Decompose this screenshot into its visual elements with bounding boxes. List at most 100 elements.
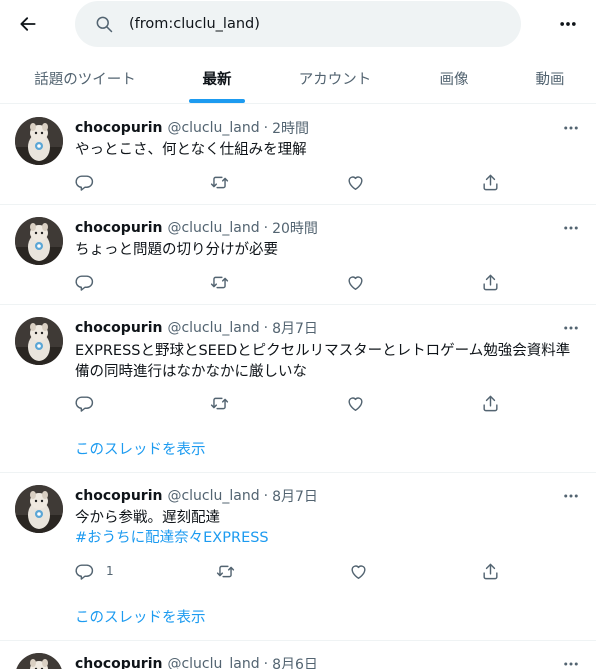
retweet-button[interactable] bbox=[209, 172, 229, 192]
separator: · bbox=[263, 120, 269, 136]
user-name[interactable]: chocopurin bbox=[75, 488, 162, 504]
search-input[interactable] bbox=[129, 13, 499, 35]
share-button[interactable] bbox=[480, 393, 500, 413]
reply-icon bbox=[75, 394, 94, 413]
retweet-icon bbox=[216, 562, 235, 581]
tab-videos[interactable]: 動画 bbox=[520, 53, 580, 103]
tweet-text: EXPRESSと野球とSEEDとピクセルリマスターとレトロゲーム勉強会資料準備の… bbox=[75, 343, 571, 380]
tweet[interactable]: chocopurin @cluclu_land · 2時間 やっとこさ、何となく… bbox=[0, 105, 596, 205]
tweet[interactable]: chocopurin @cluclu_land · 8月7日 今から参戦。遅刻配… bbox=[0, 473, 596, 641]
reply-icon bbox=[75, 173, 94, 192]
search-box[interactable] bbox=[75, 1, 521, 47]
like-icon bbox=[346, 273, 365, 292]
tweet-text: 今から参戦。遅刻配達 bbox=[75, 510, 220, 526]
active-tab-indicator bbox=[189, 99, 245, 103]
like-icon bbox=[346, 173, 365, 192]
tweet-more-button[interactable] bbox=[560, 120, 582, 136]
timestamp[interactable]: 2時間 bbox=[272, 118, 309, 138]
like-icon bbox=[346, 394, 365, 413]
like-button[interactable] bbox=[345, 393, 365, 413]
retweet-icon bbox=[210, 173, 229, 192]
share-icon bbox=[481, 394, 500, 413]
avatar[interactable] bbox=[15, 217, 63, 265]
back-arrow-icon bbox=[18, 14, 38, 34]
like-button[interactable] bbox=[345, 272, 365, 292]
tab-images[interactable]: 画像 bbox=[425, 53, 483, 103]
user-name[interactable]: chocopurin bbox=[75, 320, 162, 336]
more-icon bbox=[558, 14, 578, 34]
more-icon bbox=[562, 655, 580, 669]
avatar[interactable] bbox=[15, 653, 63, 669]
tweet[interactable]: chocopurin @cluclu_land · 8月6日 bbox=[0, 641, 596, 669]
like-button[interactable] bbox=[348, 561, 368, 581]
timestamp[interactable]: 8月6日 bbox=[272, 654, 318, 669]
retweet-button[interactable] bbox=[215, 561, 235, 581]
reply-button[interactable] bbox=[74, 393, 94, 413]
share-icon bbox=[481, 173, 500, 192]
retweet-button[interactable] bbox=[209, 272, 229, 292]
user-name[interactable]: chocopurin bbox=[75, 120, 162, 136]
tweet-header: chocopurin @cluclu_land · 2時間 bbox=[75, 118, 309, 138]
like-button[interactable] bbox=[345, 172, 365, 192]
share-button[interactable] bbox=[480, 561, 500, 581]
show-thread-link[interactable]: このスレッドを表示 bbox=[75, 606, 206, 627]
top-bar bbox=[0, 0, 596, 50]
tweet-header: chocopurin @cluclu_land · 8月6日 bbox=[75, 654, 318, 669]
reply-count: 1 bbox=[106, 564, 114, 578]
tweet-more-button[interactable] bbox=[560, 488, 582, 504]
separator: · bbox=[263, 488, 269, 504]
show-thread-link[interactable]: このスレッドを表示 bbox=[75, 438, 206, 459]
tweet-header: chocopurin @cluclu_land · 8月7日 bbox=[75, 486, 318, 506]
user-handle[interactable]: @cluclu_land bbox=[167, 120, 259, 136]
like-icon bbox=[349, 562, 368, 581]
reply-button[interactable] bbox=[74, 561, 94, 581]
tab-latest[interactable]: 最新 bbox=[189, 53, 245, 103]
tweet-more-button[interactable] bbox=[560, 320, 582, 336]
tweet-text: やっとこさ、何となく仕組みを理解 bbox=[75, 142, 307, 158]
search-tabs: 話題のツイート 最新 アカウント 画像 動画 bbox=[0, 53, 596, 104]
user-name[interactable]: chocopurin bbox=[75, 656, 162, 669]
avatar[interactable] bbox=[15, 117, 63, 165]
tweet[interactable]: chocopurin @cluclu_land · 8月7日 EXPRESSと野… bbox=[0, 305, 596, 473]
tab-accounts[interactable]: アカウント bbox=[285, 53, 385, 103]
retweet-icon bbox=[210, 394, 229, 413]
separator: · bbox=[263, 656, 269, 669]
tweet-text: ちょっと問題の切り分けが必要 bbox=[75, 242, 278, 258]
tab-top[interactable]: 話題のツイート bbox=[20, 53, 150, 103]
share-icon bbox=[481, 273, 500, 292]
separator: · bbox=[263, 220, 269, 236]
reply-icon bbox=[75, 562, 94, 581]
more-icon bbox=[562, 487, 580, 505]
hashtag-link[interactable]: #おうちに配達奈々EXPRESS bbox=[75, 528, 269, 549]
reply-icon bbox=[75, 273, 94, 292]
user-handle[interactable]: @cluclu_land bbox=[167, 656, 259, 669]
avatar[interactable] bbox=[15, 317, 63, 365]
timestamp[interactable]: 20時間 bbox=[272, 218, 318, 238]
more-icon bbox=[562, 219, 580, 237]
timestamp[interactable]: 8月7日 bbox=[272, 486, 318, 506]
tweet-header: chocopurin @cluclu_land · 20時間 bbox=[75, 218, 318, 238]
share-button[interactable] bbox=[480, 172, 500, 192]
tweet-more-button[interactable] bbox=[560, 220, 582, 236]
retweet-icon bbox=[210, 273, 229, 292]
tweet[interactable]: chocopurin @cluclu_land · 20時間 ちょっと問題の切り… bbox=[0, 205, 596, 305]
retweet-button[interactable] bbox=[209, 393, 229, 413]
search-icon bbox=[94, 14, 114, 34]
tweet-header: chocopurin @cluclu_land · 8月7日 bbox=[75, 318, 318, 338]
share-button[interactable] bbox=[480, 272, 500, 292]
user-handle[interactable]: @cluclu_land bbox=[167, 488, 259, 504]
avatar[interactable] bbox=[15, 485, 63, 533]
timestamp[interactable]: 8月7日 bbox=[272, 318, 318, 338]
back-button[interactable] bbox=[14, 10, 42, 38]
tweet-more-button[interactable] bbox=[560, 656, 582, 669]
separator: · bbox=[263, 320, 269, 336]
user-handle[interactable]: @cluclu_land bbox=[167, 220, 259, 236]
reply-button[interactable] bbox=[74, 172, 94, 192]
user-handle[interactable]: @cluclu_land bbox=[167, 320, 259, 336]
user-name[interactable]: chocopurin bbox=[75, 220, 162, 236]
more-icon bbox=[562, 319, 580, 337]
reply-button[interactable] bbox=[74, 272, 94, 292]
more-icon bbox=[562, 119, 580, 137]
share-icon bbox=[481, 562, 500, 581]
more-options-button[interactable] bbox=[554, 10, 582, 38]
